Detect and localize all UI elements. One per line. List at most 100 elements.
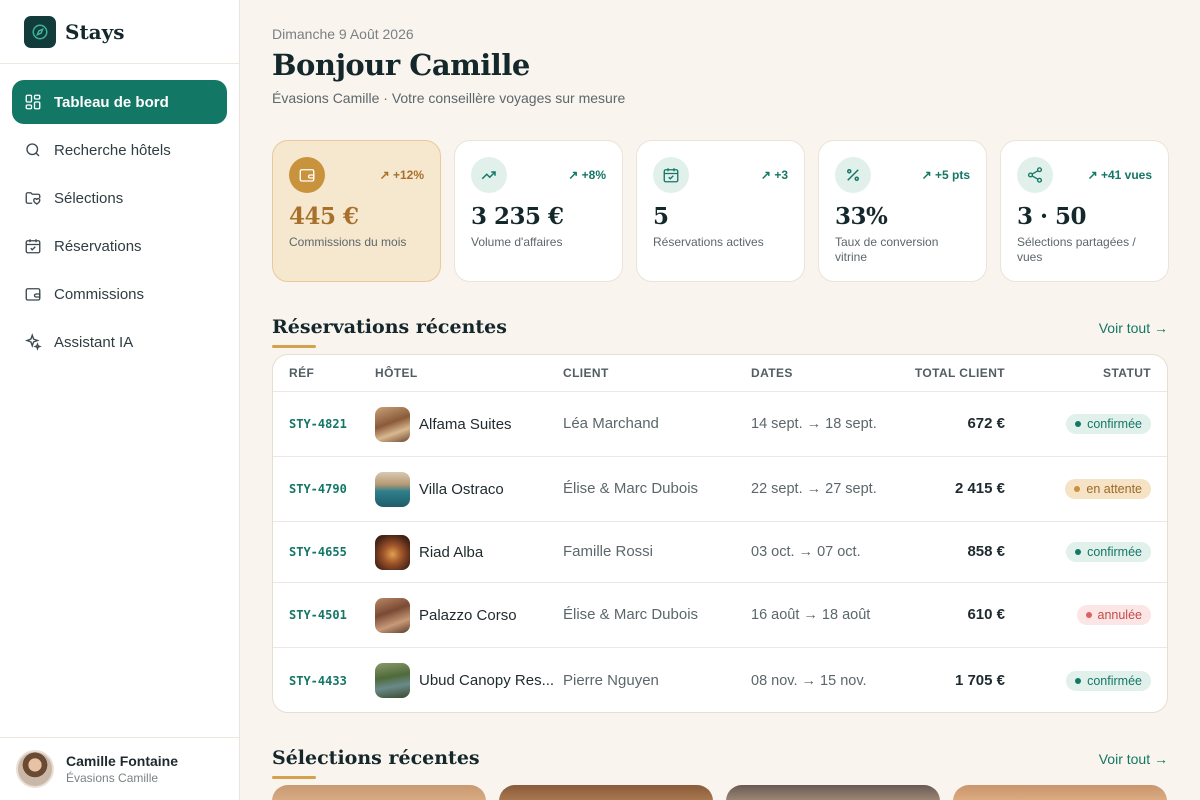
hotel-thumbnail xyxy=(375,663,410,698)
sidebar-item-commissions[interactable]: Commissions xyxy=(12,272,227,316)
column-header-total[interactable]: TOTAL CLIENT xyxy=(887,366,1005,380)
reservation-total: 672 € xyxy=(967,415,1005,432)
section-underline xyxy=(272,776,316,779)
reservation-ref[interactable]: STY-4501 xyxy=(289,608,347,622)
current-date: Dimanche 9 Août 2026 xyxy=(272,26,414,42)
sidebar-item-hotel-search[interactable]: Recherche hôtels xyxy=(12,128,227,172)
client-name: Élise & Marc Dubois xyxy=(563,606,699,623)
sidebar-item-label: Assistant IA xyxy=(54,333,134,351)
kpi-card-shared-selections[interactable]: ↗ +41 vues 3 · 50 Sélections partagées /… xyxy=(1000,140,1169,282)
table-row[interactable]: STY-4433 Ubud Canopy Res... Pierre Nguye… xyxy=(273,648,1167,712)
section-underline xyxy=(272,345,316,348)
user-name: Camille Fontaine xyxy=(66,753,179,769)
column-header-hotel[interactable]: HÔTEL xyxy=(375,366,563,380)
kpi-value: 445 € xyxy=(289,203,359,230)
wallet-icon xyxy=(24,285,42,303)
table-header: RÉF HÔTEL CLIENT DATES TOTAL CLIENT STAT… xyxy=(273,355,1167,392)
table-row[interactable]: STY-4790 Villa Ostraco Élise & Marc Dubo… xyxy=(273,457,1167,522)
sidebar-item-label: Recherche hôtels xyxy=(54,141,171,159)
reservation-dates: 22 sept. → 27 sept. xyxy=(751,481,877,497)
wallet-icon xyxy=(289,157,325,193)
hotel-name: Alfama Suites xyxy=(419,415,512,433)
kpi-label: Commissions du mois xyxy=(289,235,407,249)
kpi-value: 3 · 50 xyxy=(1017,203,1087,230)
hotel-thumbnail xyxy=(375,597,410,633)
selection-card[interactable] xyxy=(499,785,713,800)
status-badge: confirmée xyxy=(1066,670,1151,691)
sidebar-item-selections[interactable]: Sélections xyxy=(12,176,227,220)
selection-cards xyxy=(272,785,1167,800)
sidebar-item-label: Tableau de bord xyxy=(54,93,169,111)
kpi-delta: ↗ +12% xyxy=(379,168,424,182)
kpi-card-business-volume[interactable]: ↗ +8% 3 235 € Volume d'affaires xyxy=(454,140,623,282)
client-name: Famille Rossi xyxy=(563,543,654,560)
status-badge: annulée xyxy=(1076,605,1151,625)
reservation-total: 858 € xyxy=(967,543,1005,560)
hotel-name: Villa Ostraco xyxy=(419,480,504,498)
kpi-delta: ↗ +8% xyxy=(568,168,606,182)
client-name: Léa Marchand xyxy=(563,415,659,432)
kpi-label: Réservations actives xyxy=(653,235,764,249)
status-badge: confirmée xyxy=(1066,414,1151,434)
kpi-delta: ↗ +5 pts xyxy=(921,168,970,182)
selection-card[interactable] xyxy=(953,785,1167,800)
sidebar-item-ai-assistant[interactable]: Assistant IA xyxy=(12,320,227,364)
column-header-ref[interactable]: RÉF xyxy=(273,366,375,380)
see-all-selections-link[interactable]: Voir tout → xyxy=(1099,751,1168,767)
selection-card[interactable] xyxy=(272,785,486,800)
status-badge: confirmée xyxy=(1066,542,1151,562)
sidebar-item-reservations[interactable]: Réservations xyxy=(12,224,227,268)
section-title-reservations: Réservations récentes xyxy=(272,316,507,338)
kpi-value: 3 235 € xyxy=(471,203,564,230)
trending-up-icon xyxy=(471,157,507,193)
see-all-reservations-link[interactable]: Voir tout → xyxy=(1099,320,1168,336)
hotel-name: Palazzo Corso xyxy=(419,606,517,624)
reservation-ref[interactable]: STY-4655 xyxy=(289,545,347,559)
reservations-table: RÉF HÔTEL CLIENT DATES TOTAL CLIENT STAT… xyxy=(272,354,1168,713)
user-agency: Évasions Camille xyxy=(66,771,159,785)
hotel-name: Ubud Canopy Res... xyxy=(419,672,555,689)
brand-name: Stays xyxy=(65,19,125,44)
user-profile[interactable]: Camille Fontaine Évasions Camille xyxy=(0,737,239,800)
kpi-value: 5 xyxy=(653,203,669,230)
share-icon xyxy=(1017,157,1053,193)
brand[interactable]: Stays xyxy=(0,0,239,64)
page-subtitle: Évasions Camille · Votre conseillère voy… xyxy=(272,90,626,106)
kpi-card-conversion-rate[interactable]: ↗ +5 pts 33% Taux de conversion vitrine xyxy=(818,140,987,282)
table-row[interactable]: STY-4821 Alfama Suites Léa Marchand 14 s… xyxy=(273,392,1167,457)
sidebar: Stays Tableau de bord Recherche hôtels S… xyxy=(0,0,240,800)
status-badge: en attente xyxy=(1065,479,1151,499)
reservation-dates: 08 nov. → 15 nov. xyxy=(751,672,867,689)
column-header-client[interactable]: CLIENT xyxy=(563,366,751,380)
kpi-card-active-reservations[interactable]: ↗ +3 5 Réservations actives xyxy=(636,140,805,282)
column-header-dates[interactable]: DATES xyxy=(751,366,887,380)
reservation-ref[interactable]: STY-4790 xyxy=(289,482,347,496)
reservation-dates: 03 oct. → 07 oct. xyxy=(751,544,861,560)
hotel-thumbnail xyxy=(375,471,410,507)
compass-icon xyxy=(24,15,56,48)
reservation-ref[interactable]: STY-4821 xyxy=(289,417,347,431)
reservation-dates: 14 sept. → 18 sept. xyxy=(751,416,877,432)
calendar-check-icon xyxy=(653,157,689,193)
table-row[interactable]: STY-4501 Palazzo Corso Élise & Marc Dubo… xyxy=(273,583,1167,648)
column-header-status[interactable]: STATUT xyxy=(1005,366,1167,380)
kpi-card-commissions[interactable]: ↗ +12% 445 € Commissions du mois xyxy=(272,140,441,282)
reservation-total: 2 415 € xyxy=(954,480,1005,497)
hotel-thumbnail xyxy=(375,406,410,442)
reservation-total: 610 € xyxy=(967,606,1005,623)
reservation-total: 1 705 € xyxy=(954,671,1005,689)
hotel-thumbnail xyxy=(375,534,410,570)
sparkles-icon xyxy=(24,333,42,351)
sidebar-item-label: Sélections xyxy=(54,189,124,207)
kpi-label: Volume d'affaires xyxy=(471,235,563,249)
kpi-label: Sélections partagées / vues xyxy=(1017,235,1136,264)
percent-icon xyxy=(835,157,871,193)
kpi-delta: ↗ +3 xyxy=(760,168,788,182)
reservation-dates: 16 août → 18 août xyxy=(751,607,871,623)
selection-card[interactable] xyxy=(726,785,940,800)
avatar xyxy=(16,750,54,788)
table-row[interactable]: STY-4655 Riad Alba Famille Rossi 03 oct.… xyxy=(273,522,1167,583)
sidebar-nav: Tableau de bord Recherche hôtels Sélecti… xyxy=(0,64,239,364)
reservation-ref[interactable]: STY-4433 xyxy=(289,674,347,688)
sidebar-item-dashboard[interactable]: Tableau de bord xyxy=(12,80,227,124)
